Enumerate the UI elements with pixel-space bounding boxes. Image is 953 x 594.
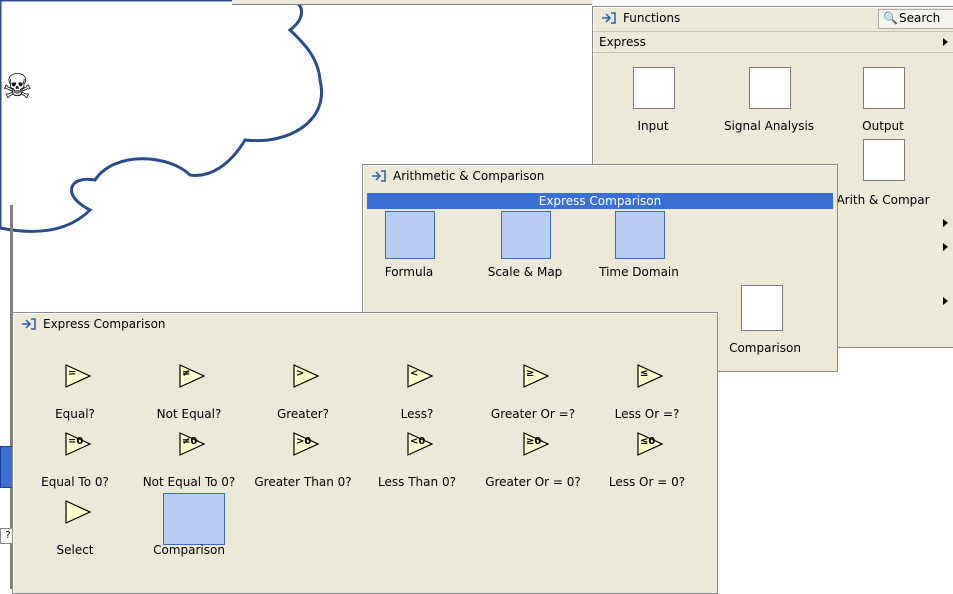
formula-item-icon[interactable] (385, 211, 435, 259)
comparison-function-label: Less Than 0? (378, 475, 456, 489)
comparison-function-icon[interactable]: ≤ (635, 363, 665, 389)
arith-compar-item-label: Arith & Compar (836, 193, 930, 207)
comparison-function-icon[interactable]: ≠ (177, 363, 207, 389)
comparison-function-icon[interactable]: ≠0 (177, 431, 207, 457)
search-icon: 🔍 (883, 11, 898, 25)
comparison-function-label: Less? (400, 407, 434, 421)
comparison-function-label: Greater Or =? (490, 407, 576, 421)
submenu-arrow-icon (943, 297, 948, 305)
comparison-function-icon[interactable]: ≤0 (635, 431, 665, 457)
comparison-function-label: Less Or =? (614, 407, 680, 421)
glyph-text: ≠0 (182, 436, 198, 447)
palette-title: Arithmetic & Comparison (393, 169, 545, 183)
signal-analysis-item-icon[interactable] (749, 67, 791, 109)
comparison-function-icon[interactable]: > (291, 363, 321, 389)
signal-analysis-item-label: Signal Analysis (723, 119, 815, 133)
submenu-arrow-icon (943, 38, 948, 46)
comparison-function-label: Select (56, 543, 94, 557)
comparison-function-icon[interactable] (63, 499, 93, 525)
glyph-text: ≥ (526, 368, 535, 379)
comparison-function-label: Equal? (55, 407, 95, 421)
formula-item-label: Formula (384, 265, 434, 279)
input-item-icon[interactable] (633, 67, 675, 109)
glyph-text: ≥0 (526, 436, 542, 447)
glyph-text: = (68, 368, 77, 379)
glyph-text: >0 (296, 436, 312, 447)
search-button[interactable]: 🔍 Search (878, 9, 953, 29)
arith-compar-item-icon[interactable] (863, 139, 905, 181)
output-item-label: Output (862, 119, 904, 133)
comparison-item-icon[interactable] (741, 285, 783, 331)
express-comparison-palette: Express Comparison = Equal? ≠ Not Equal? > Gr… (12, 312, 718, 594)
glyph-text: ≠ (182, 368, 191, 379)
comparison-function-icon[interactable]: ≥ (521, 363, 551, 389)
comparison-function-label: Not Equal To 0? (142, 475, 236, 489)
submenu-arrow-icon (943, 243, 948, 251)
skull-icon: ☠ (2, 67, 33, 107)
glyph-text: =0 (68, 436, 84, 447)
comparison-function-icon[interactable]: = (63, 363, 93, 389)
thought-cloud (0, 0, 323, 233)
top-window-edge (232, 0, 592, 5)
comparison-function-icon[interactable] (163, 493, 225, 545)
comparison-function-icon[interactable]: < (405, 363, 435, 389)
glyph-text: ≤ (640, 368, 649, 379)
comparison-function-label: Comparison (153, 543, 225, 557)
time-domain-item-label: Time Domain (599, 265, 679, 279)
glyph-text: > (296, 368, 305, 379)
category-label: Express (599, 35, 646, 49)
comparison-function-icon[interactable]: <0 (405, 431, 435, 457)
comparison-function-label: Less Or = 0? (608, 475, 686, 489)
comparison-function-icon[interactable]: >0 (291, 431, 321, 457)
input-item-label: Input (637, 119, 669, 133)
glyph-text: ≤0 (640, 436, 656, 447)
express-comparison-header[interactable]: Express Comparison (367, 193, 833, 209)
comparison-function-label: Greater Or = 0? (485, 475, 581, 489)
comparison-function-label: Not Equal? (156, 407, 222, 421)
comparison-item-label: Comparison (729, 341, 801, 355)
comparison-function-label: Greater Than 0? (254, 475, 352, 489)
submenu-arrow-icon (943, 219, 948, 227)
time-domain-item-icon[interactable] (615, 211, 665, 259)
scale-map-item-label: Scale & Map (487, 265, 563, 279)
comparison-function-label: Equal To 0? (41, 475, 109, 489)
scale-map-item-icon[interactable] (501, 211, 551, 259)
output-item-icon[interactable] (863, 67, 905, 109)
comparison-function-icon[interactable]: ≥0 (521, 431, 551, 457)
category-row[interactable]: Express (593, 31, 953, 53)
comparison-glyph-icon (65, 500, 92, 524)
palette-title: Express Comparison (43, 317, 166, 331)
search-label: Search (899, 11, 941, 25)
glyph-text: < (410, 368, 419, 379)
glyph-text: <0 (410, 436, 426, 447)
comparison-function-icon[interactable]: =0 (63, 431, 93, 457)
comparison-function-label: Greater? (276, 407, 330, 421)
